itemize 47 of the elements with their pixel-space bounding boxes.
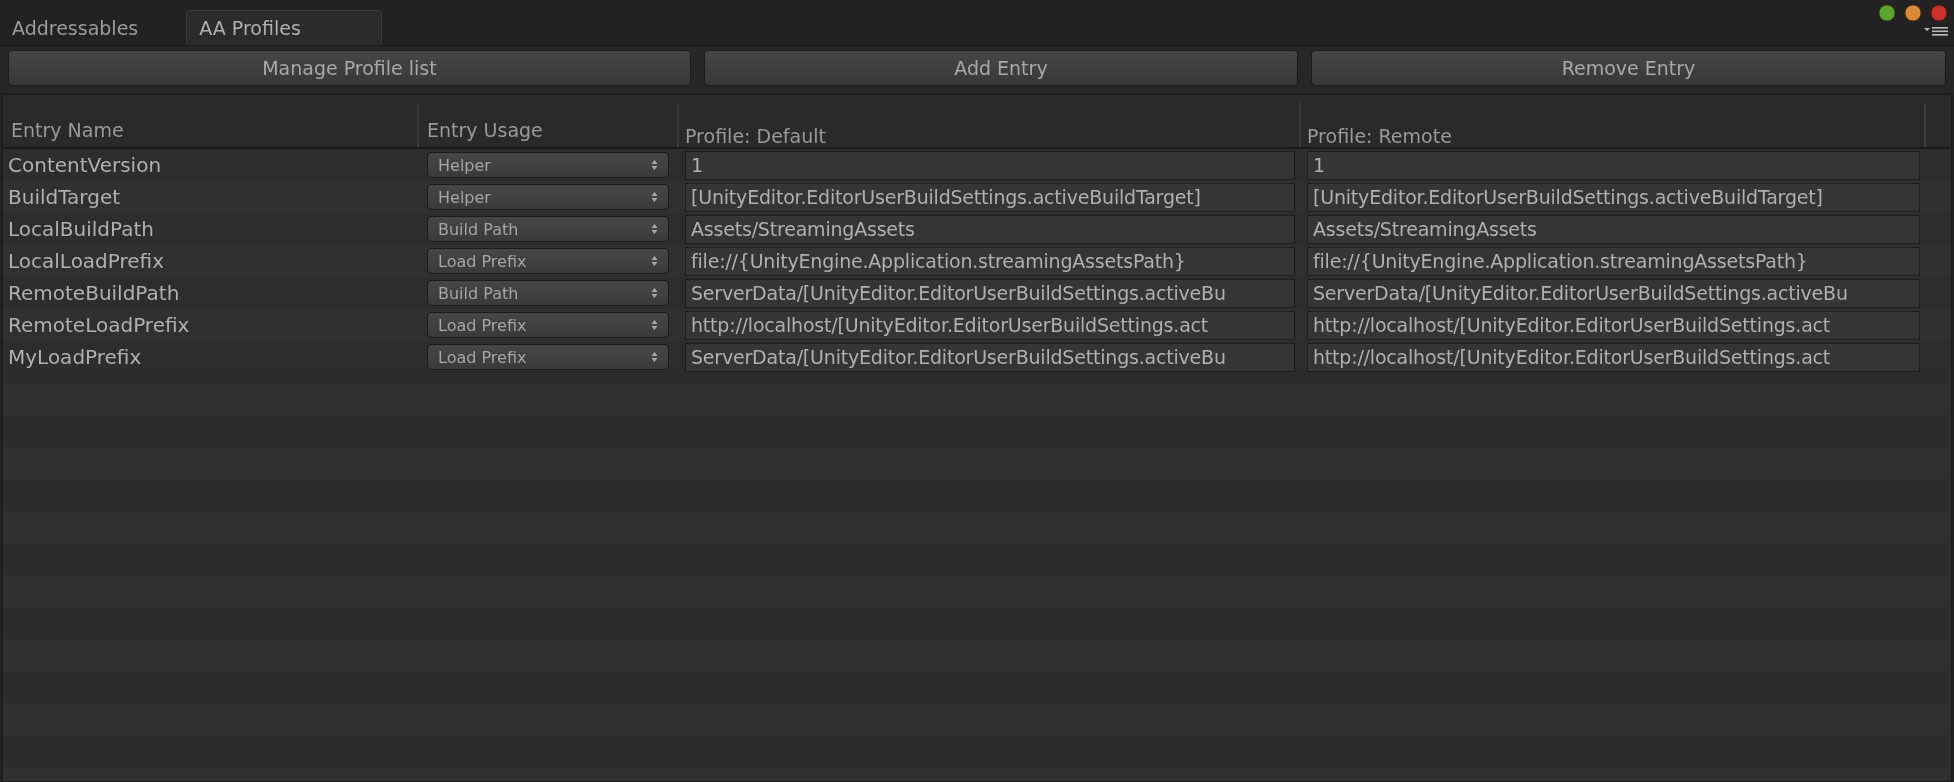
column-header[interactable]: Entry Name	[3, 103, 419, 147]
value-field[interactable]: http://localhost/[UnityEditor.EditorUserBuildSettings.act	[1307, 310, 1920, 340]
value-field[interactable]: [UnityEditor.EditorUserBuildSettings.activeBuildTarget]	[1307, 182, 1920, 212]
value-field[interactable]: 1	[1307, 150, 1920, 180]
column-header[interactable]: Profile: Default	[679, 103, 1301, 147]
entry-name: MyLoadPrefix	[7, 345, 142, 369]
usage-dropdown[interactable]: Load Prefix	[427, 248, 669, 274]
value-field[interactable]: ServerData/[UnityEditor.EditorUserBuildSettings.activeBu	[685, 278, 1295, 308]
value-field[interactable]: [UnityEditor.EditorUserBuildSettings.activeBuildTarget]	[685, 182, 1295, 212]
value-field[interactable]: ServerData/[UnityEditor.EditorUserBuildSettings.activeBu	[1307, 278, 1920, 308]
updown-arrow-icon	[651, 223, 658, 235]
entry-name: LocalLoadPrefix	[7, 249, 165, 273]
value-field[interactable]: file://{UnityEngine.Application.streamingAssetsPath}	[1307, 246, 1920, 276]
usage-dropdown[interactable]: Helper	[427, 184, 669, 210]
updown-arrow-icon	[651, 255, 658, 267]
updown-arrow-icon	[651, 159, 658, 171]
updown-arrow-icon	[651, 319, 658, 331]
window-tab[interactable]: Addressables	[0, 11, 151, 45]
usage-dropdown[interactable]: Load Prefix	[427, 344, 669, 370]
usage-dropdown[interactable]: Build Path	[427, 280, 669, 306]
usage-dropdown[interactable]: Helper	[427, 152, 669, 178]
window-control-icon[interactable]	[1878, 4, 1896, 22]
value-field[interactable]: Assets/StreamingAssets	[1307, 214, 1920, 244]
entry-name: RemoteLoadPrefix	[7, 313, 190, 337]
value-field[interactable]: http://localhost/[UnityEditor.EditorUserBuildSettings.act	[1307, 342, 1920, 372]
toolbar-button[interactable]: Add Entry	[703, 50, 1298, 86]
entry-name: RemoteBuildPath	[7, 281, 180, 305]
window-tab[interactable]: AA Profiles	[186, 10, 383, 45]
toolbar-button[interactable]: Remove Entry	[1311, 50, 1946, 86]
column-header[interactable]: Entry Usage	[419, 103, 679, 147]
usage-dropdown[interactable]: Build Path	[427, 216, 669, 242]
value-field[interactable]: Assets/StreamingAssets	[685, 214, 1295, 244]
value-field[interactable]: 1	[685, 150, 1295, 180]
updown-arrow-icon	[651, 351, 658, 363]
value-field[interactable]: http://localhost/[UnityEditor.EditorUserBuildSettings.act	[685, 310, 1295, 340]
window-control-icon[interactable]	[1904, 4, 1922, 22]
toolbar-button[interactable]: Manage Profile list	[8, 50, 691, 86]
value-field[interactable]: file://{UnityEngine.Application.streamingAssetsPath}	[685, 246, 1295, 276]
entry-name: ContentVersion	[7, 153, 162, 177]
updown-arrow-icon	[651, 287, 658, 299]
usage-dropdown[interactable]: Load Prefix	[427, 312, 669, 338]
column-header[interactable]: Profile: Remote	[1301, 103, 1926, 147]
entry-name: BuildTarget	[7, 185, 121, 209]
entry-name: LocalBuildPath	[7, 217, 154, 241]
menu-icon[interactable]	[1924, 26, 1948, 36]
updown-arrow-icon	[651, 191, 658, 203]
value-field[interactable]: ServerData/[UnityEditor.EditorUserBuildSettings.activeBu	[685, 342, 1295, 372]
